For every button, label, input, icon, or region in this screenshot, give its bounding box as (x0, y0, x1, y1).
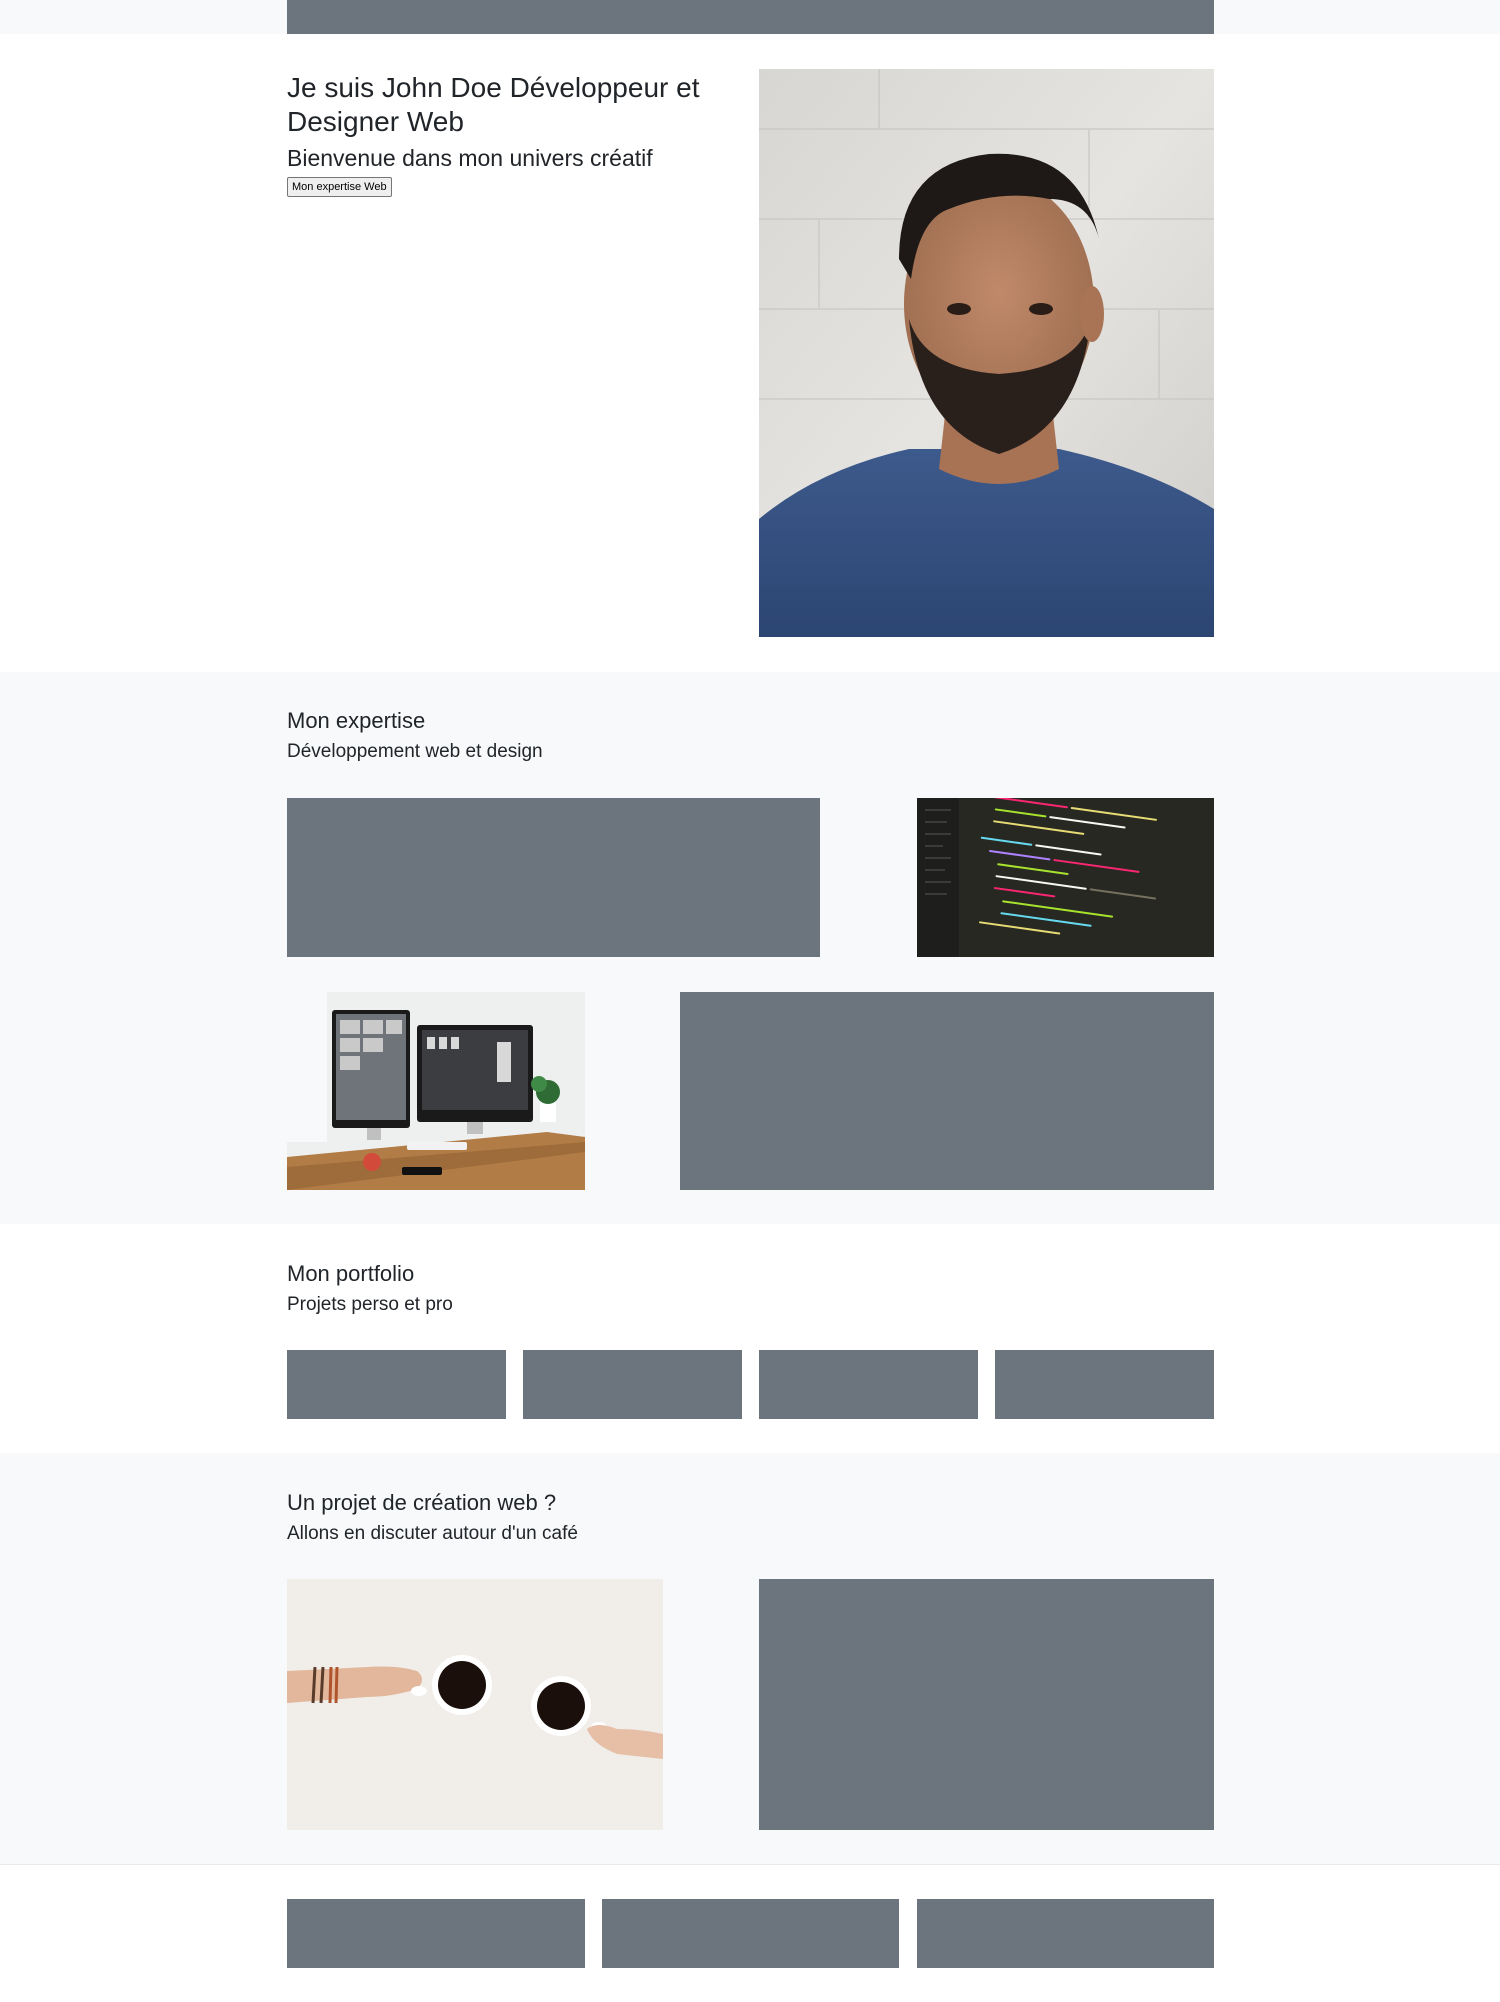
portfolio-subtitle: Projets perso et pro (287, 1294, 453, 1315)
contact-section (0, 1453, 1500, 1864)
code-editor-image (917, 798, 1214, 957)
contact-subtitle: Allons en discuter autour d'un café (287, 1523, 578, 1544)
expertise-subtitle: Développement web et design (287, 741, 543, 762)
hero-title: Je suis John Doe Développeur et Designer… (287, 72, 700, 137)
coffee-cups-image (287, 1579, 663, 1830)
navbar-placeholder (287, 0, 1214, 34)
hero-portrait-photo (759, 69, 1214, 637)
portfolio-section (0, 1224, 1500, 1453)
expertise-title: Mon expertise (287, 708, 426, 733)
footer-block-3 (917, 1899, 1214, 1968)
portfolio-title: Mon portfolio (287, 1261, 415, 1286)
portfolio-item-2[interactable] (523, 1350, 742, 1419)
footer-block-1 (287, 1899, 585, 1968)
desk-monitors-image (287, 992, 585, 1190)
hero-subtitle: Bienvenue dans mon univers créatif (287, 145, 653, 171)
expertise-card-placeholder-1 (287, 798, 820, 957)
contact-title: Un projet de création web ? (287, 1490, 557, 1515)
portfolio-item-4[interactable] (995, 1350, 1214, 1419)
portfolio-item-1[interactable] (287, 1350, 506, 1419)
contact-form-placeholder (759, 1579, 1214, 1830)
portfolio-item-3[interactable] (759, 1350, 978, 1419)
expertise-card-placeholder-2 (680, 992, 1214, 1190)
footer-block-2 (602, 1899, 899, 1968)
hero-section (0, 34, 1500, 672)
expertise-button[interactable]: Mon expertise Web (287, 177, 392, 197)
